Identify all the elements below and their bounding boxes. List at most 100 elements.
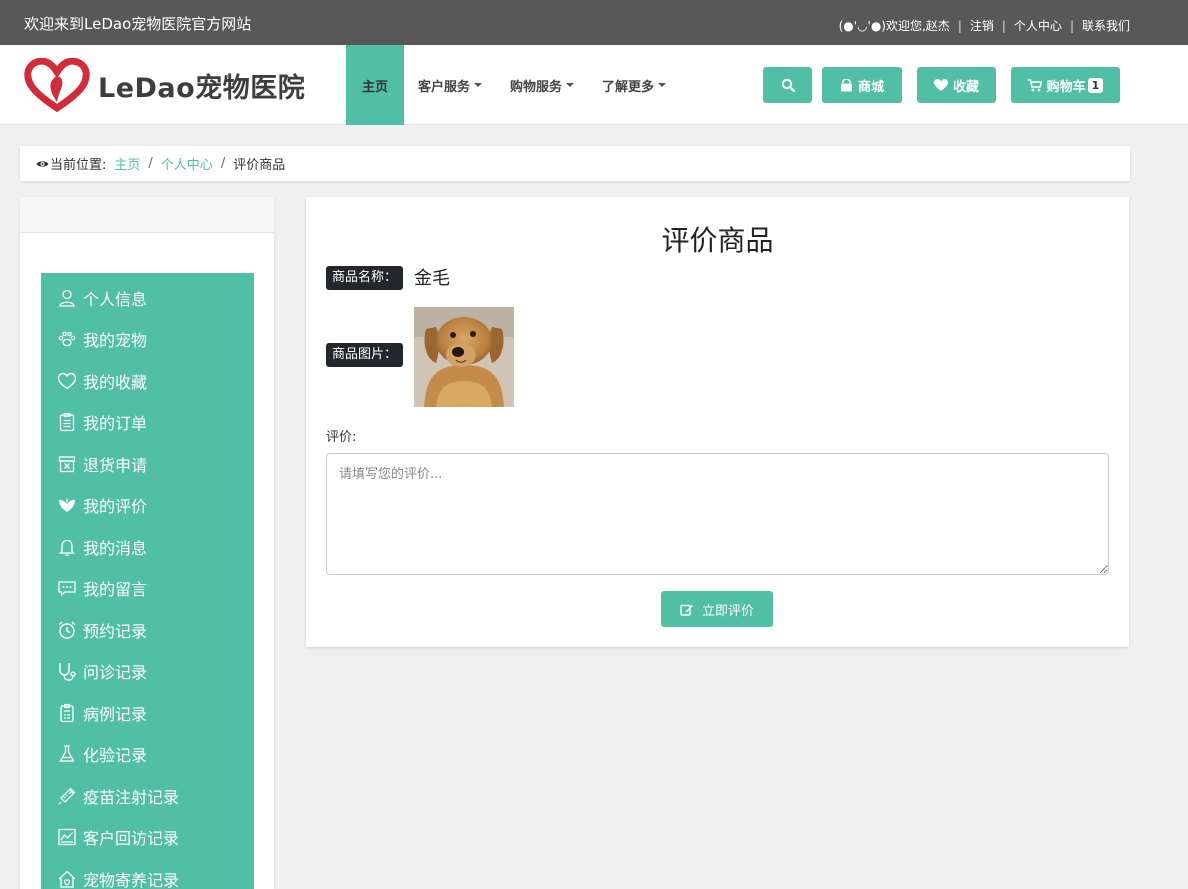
sidebar-item-label: 预约记录 <box>83 621 148 641</box>
favorites-button[interactable]: 收藏 <box>917 67 996 103</box>
product-image-label: 商品图片： <box>326 343 404 367</box>
sidebar-item-vaccinations[interactable]: 疫苗注射记录 <box>41 775 254 817</box>
sidebar-item-my-pets[interactable]: 我的宠物 <box>41 319 254 361</box>
sidebar-item-label: 问诊记录 <box>83 663 148 683</box>
sidebar-item-my-favorites[interactable]: 我的收藏 <box>41 360 254 402</box>
edit-icon <box>680 604 693 616</box>
sidebar-item-lab-tests[interactable]: 化验记录 <box>41 734 254 776</box>
review-panel: 评价商品 商品名称： 金毛 商品图片： 评价: 请填写您的评价... 立即评价 <box>306 197 1129 647</box>
sidebar-item-follow-up[interactable]: 客户回访记录 <box>41 817 254 859</box>
sidebar-item-my-reviews[interactable]: 我的评价 <box>41 485 254 527</box>
sidebar-menu: 个人信息 我的宠物 我的收藏 我的订单 退货申请 我的评价 我的消息 我的留言 <box>41 273 254 889</box>
review-textarea[interactable] <box>326 453 1109 575</box>
breadcrumb-current: 评价商品 <box>233 158 286 173</box>
comment-label: 评价: <box>326 430 357 445</box>
sidebar-item-label: 我的评价 <box>83 497 148 517</box>
sidebar-item-label: 我的消息 <box>83 538 148 558</box>
user-icon <box>59 289 75 307</box>
welcome-text: 欢迎来到LeDao宠物医院官方网站 <box>24 15 252 33</box>
caret-down-icon <box>566 83 575 87</box>
nav-learn-more[interactable]: 了解更多 <box>588 45 680 125</box>
top-bar: 欢迎来到LeDao宠物医院官方网站 (●'◡'●)欢迎您,赵杰 | 注销 | 个… <box>0 0 1188 45</box>
sidebar: 个人信息 我的宠物 我的收藏 我的订单 退货申请 我的评价 我的消息 我的留言 <box>20 197 274 889</box>
personal-center-link[interactable]: 个人中心 <box>1014 17 1062 34</box>
stethoscope-icon <box>59 663 76 681</box>
sidebar-item-my-comments[interactable]: 我的留言 <box>41 568 254 610</box>
top-links: (●'◡'●)欢迎您,赵杰 | 注销 | 个人中心 | 联系我们 <box>839 17 1130 34</box>
alarm-icon <box>58 621 76 639</box>
heart-logo-icon <box>24 58 90 112</box>
case-icon <box>60 703 74 722</box>
breadcrumb-personal-center[interactable]: 个人中心 <box>161 154 213 173</box>
sidebar-item-label: 我的留言 <box>83 580 148 600</box>
sidebar-item-personal-info[interactable]: 个人信息 <box>41 277 254 319</box>
sidebar-item-label: 疫苗注射记录 <box>83 787 180 807</box>
breadcrumb-prefix: 当前位置: <box>50 158 107 173</box>
nav-label: 购物服务 <box>510 79 563 95</box>
sidebar-item-label: 我的宠物 <box>83 331 148 351</box>
nav-label: 客户服务 <box>418 79 471 95</box>
nav-home[interactable]: 主页 <box>346 45 404 125</box>
clipboard-icon <box>59 413 75 432</box>
contact-link[interactable]: 联系我们 <box>1082 17 1130 34</box>
sidebar-header <box>20 197 274 233</box>
syringe-icon <box>58 787 76 805</box>
logo[interactable]: LeDao宠物医院 <box>24 58 324 112</box>
rate-icon <box>59 498 75 513</box>
nav-customer-service[interactable]: 客户服务 <box>404 45 496 125</box>
logo-text: LeDao宠物医院 <box>98 72 306 104</box>
sidebar-item-consultations[interactable]: 问诊记录 <box>41 651 254 693</box>
separator: | <box>1001 18 1006 33</box>
product-image <box>414 307 514 407</box>
header: LeDao宠物医院 主页 客户服务 购物服务 了解更多 商城 收藏 购物车 1 <box>0 45 1188 125</box>
greeting-text: (●'◡'●)欢迎您,赵杰 <box>838 19 950 33</box>
nav-label: 了解更多 <box>602 79 655 95</box>
sidebar-item-appointments[interactable]: 预约记录 <box>41 609 254 651</box>
separator: | <box>957 18 962 33</box>
heart-icon <box>933 78 948 91</box>
submit-label: 立即评价 <box>701 603 754 619</box>
nav-label: 主页 <box>361 79 388 95</box>
cart-button[interactable]: 购物车 1 <box>1011 67 1120 103</box>
golden-retriever-photo <box>414 307 514 407</box>
sidebar-item-return-request[interactable]: 退货申请 <box>41 443 254 485</box>
heart-icon <box>57 372 77 390</box>
sidebar-item-my-messages[interactable]: 我的消息 <box>41 526 254 568</box>
sidebar-item-label: 我的收藏 <box>83 372 148 392</box>
paw-icon <box>58 331 76 347</box>
shopping-bag-icon <box>840 78 852 91</box>
chat-icon <box>58 581 76 597</box>
caret-down-icon <box>474 83 483 87</box>
separator: | <box>1069 18 1074 33</box>
breadcrumb-home[interactable]: 主页 <box>114 154 140 173</box>
search-icon <box>781 78 795 92</box>
sidebar-item-case-records[interactable]: 病例记录 <box>41 692 254 734</box>
sidebar-item-label: 病例记录 <box>83 704 148 724</box>
product-name: 金毛 <box>414 268 450 289</box>
sidebar-item-label: 客户回访记录 <box>83 829 180 849</box>
favorites-label: 收藏 <box>952 79 979 95</box>
sidebar-item-label: 个人信息 <box>83 289 148 309</box>
sidebar-item-boarding[interactable]: 宠物寄养记录 <box>41 858 254 889</box>
page-title: 评价商品 <box>661 224 774 257</box>
return-box-icon <box>58 456 76 472</box>
breadcrumb-separator: / <box>148 156 153 171</box>
eye-icon <box>36 160 49 167</box>
search-button[interactable] <box>763 67 812 103</box>
caret-down-icon <box>658 83 667 87</box>
submit-review-button[interactable]: 立即评价 <box>661 591 773 627</box>
cart-icon <box>1027 78 1042 91</box>
logout-link[interactable]: 注销 <box>970 17 994 34</box>
breadcrumb: 当前位置: 主页 / 个人中心 / 评价商品 <box>20 146 1130 181</box>
sidebar-item-label: 宠物寄养记录 <box>83 870 180 889</box>
nav-shopping-service[interactable]: 购物服务 <box>496 45 588 125</box>
flask-icon <box>59 745 75 762</box>
sidebar-item-label: 我的订单 <box>83 414 148 434</box>
bell-icon <box>58 539 76 556</box>
cart-label: 购物车 <box>1046 79 1086 95</box>
sidebar-item-my-orders[interactable]: 我的订单 <box>41 402 254 444</box>
sidebar-item-label: 化验记录 <box>83 746 148 766</box>
shop-button[interactable]: 商城 <box>822 67 902 103</box>
house-icon <box>58 870 76 888</box>
sidebar-item-label: 退货申请 <box>83 455 148 475</box>
